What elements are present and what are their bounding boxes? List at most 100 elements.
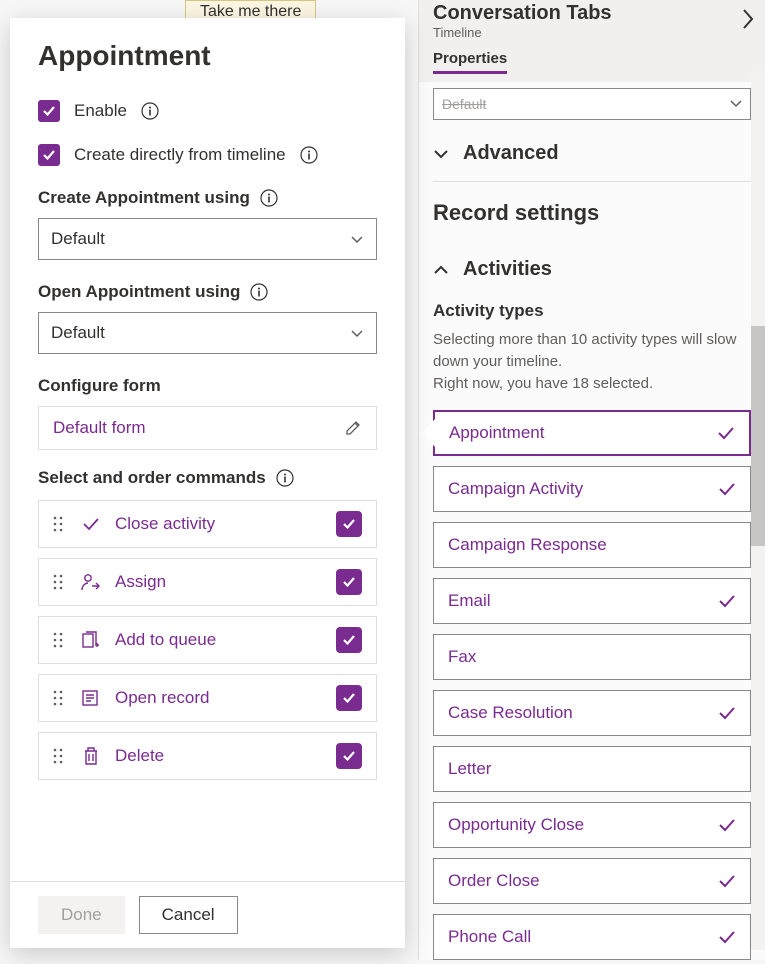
chevron-right-icon[interactable] xyxy=(741,8,755,30)
panel-title: Appointment xyxy=(38,40,377,72)
activity-type-opportunity-close[interactable]: Opportunity Close xyxy=(433,802,751,848)
command-label: Close activity xyxy=(115,514,215,534)
chevron-down-icon xyxy=(433,149,449,159)
info-icon[interactable] xyxy=(260,189,278,207)
enable-row: Enable xyxy=(38,100,377,122)
divider xyxy=(433,181,751,182)
command-label: Assign xyxy=(115,572,166,592)
command-assign[interactable]: Assign xyxy=(38,558,377,606)
activity-type-case-resolution[interactable]: Case Resolution xyxy=(433,690,751,736)
activity-type-order-close[interactable]: Order Close xyxy=(433,858,751,904)
create-from-timeline-row: Create directly from timeline xyxy=(38,144,377,166)
command-label: Add to queue xyxy=(115,630,216,650)
activity-type-list: Appointment Campaign Activity Campaign R… xyxy=(433,410,751,964)
drag-handle-icon[interactable] xyxy=(53,574,67,590)
properties-body: Default Advanced Record settings Activit… xyxy=(419,88,765,964)
advanced-label: Advanced xyxy=(463,142,559,165)
callout-arrow-icon xyxy=(420,418,436,448)
command-open-record[interactable]: Open record xyxy=(38,674,377,722)
drag-handle-icon[interactable] xyxy=(53,748,67,764)
properties-subtitle: Timeline xyxy=(433,25,751,40)
check-icon xyxy=(718,706,736,720)
command-checkbox[interactable] xyxy=(336,627,362,653)
properties-panel: Conversation Tabs Timeline Properties De… xyxy=(418,0,765,960)
command-checkbox[interactable] xyxy=(336,569,362,595)
command-add-to-queue[interactable]: Add to queue xyxy=(38,616,377,664)
activity-type-appointment[interactable]: Appointment xyxy=(433,410,751,456)
scrollbar-thumb[interactable] xyxy=(751,326,765,546)
chevron-down-icon xyxy=(730,100,742,108)
commands-label: Select and order commands xyxy=(38,468,377,488)
activity-type-campaign-activity[interactable]: Campaign Activity xyxy=(433,466,751,512)
create-using-value: Default xyxy=(51,229,105,249)
command-close-activity[interactable]: Close activity xyxy=(38,500,377,548)
create-using-label: Create Appointment using xyxy=(38,188,377,208)
open-using-label: Open Appointment using xyxy=(38,282,377,302)
info-icon[interactable] xyxy=(276,469,294,487)
activity-type-campaign-response[interactable]: Campaign Response xyxy=(433,522,751,568)
activity-types-heading: Activity types xyxy=(433,301,751,321)
check-icon xyxy=(718,818,736,832)
cancel-button[interactable]: Cancel xyxy=(139,896,238,934)
drag-handle-icon[interactable] xyxy=(53,632,67,648)
panel-footer: Done Cancel xyxy=(10,881,405,948)
activity-type-label: Letter xyxy=(448,759,491,779)
queue-icon xyxy=(81,631,101,649)
info-icon[interactable] xyxy=(300,146,318,164)
activity-type-label: Campaign Response xyxy=(448,535,607,555)
previous-select[interactable]: Default xyxy=(433,88,751,120)
activity-type-email[interactable]: Email xyxy=(433,578,751,624)
activity-type-letter[interactable]: Letter xyxy=(433,746,751,792)
advanced-section-toggle[interactable]: Advanced xyxy=(433,120,751,177)
check-icon xyxy=(718,482,736,496)
activity-type-label: Campaign Activity xyxy=(448,479,583,499)
activities-label: Activities xyxy=(463,258,552,281)
trash-icon xyxy=(81,746,101,766)
activity-type-phone-call[interactable]: Phone Call xyxy=(433,914,751,960)
check-icon xyxy=(717,426,735,440)
enable-label: Enable xyxy=(74,101,127,121)
previous-select-value: Default xyxy=(442,96,486,112)
chevron-up-icon xyxy=(433,265,449,275)
chevron-down-icon xyxy=(350,329,364,338)
activity-type-label: Appointment xyxy=(449,423,544,443)
create-from-timeline-checkbox[interactable] xyxy=(38,144,60,166)
check-icon xyxy=(718,930,736,944)
configure-form-label: Configure form xyxy=(38,376,377,396)
scrollbar-track[interactable] xyxy=(751,70,765,950)
configure-form-value: Default form xyxy=(53,418,146,438)
command-checkbox[interactable] xyxy=(336,743,362,769)
create-from-timeline-label: Create directly from timeline xyxy=(74,145,286,165)
activity-type-label: Email xyxy=(448,591,491,611)
tab-properties[interactable]: Properties xyxy=(433,50,507,74)
info-icon[interactable] xyxy=(141,102,159,120)
enable-checkbox[interactable] xyxy=(38,100,60,122)
activity-type-label: Opportunity Close xyxy=(448,815,584,835)
command-checkbox[interactable] xyxy=(336,685,362,711)
drag-handle-icon[interactable] xyxy=(53,690,67,706)
command-label: Open record xyxy=(115,688,210,708)
record-settings-heading: Record settings xyxy=(433,186,751,236)
activity-type-fax[interactable]: Fax xyxy=(433,634,751,680)
properties-title: Conversation Tabs xyxy=(433,0,751,25)
chevron-down-icon xyxy=(350,235,364,244)
command-delete[interactable]: Delete xyxy=(38,732,377,780)
drag-handle-icon[interactable] xyxy=(53,516,67,532)
activity-types-description: Selecting more than 10 activity types wi… xyxy=(433,329,751,394)
activity-type-label: Order Close xyxy=(448,871,540,891)
pencil-icon[interactable] xyxy=(344,419,362,437)
open-using-dropdown[interactable]: Default xyxy=(38,312,377,354)
properties-header: Conversation Tabs Timeline Properties xyxy=(419,0,765,82)
appointment-panel: Appointment Enable Create directly from … xyxy=(10,18,405,948)
configure-form-row[interactable]: Default form xyxy=(38,406,377,450)
activity-type-label: Phone Call xyxy=(448,927,531,947)
check-icon xyxy=(718,874,736,888)
info-icon[interactable] xyxy=(250,283,268,301)
done-button[interactable]: Done xyxy=(38,896,125,934)
activities-section-toggle[interactable]: Activities xyxy=(433,236,751,293)
command-label: Delete xyxy=(115,746,164,766)
command-list: Close activity Assign xyxy=(38,500,377,780)
create-using-dropdown[interactable]: Default xyxy=(38,218,377,260)
open-record-icon xyxy=(81,689,101,707)
command-checkbox[interactable] xyxy=(336,511,362,537)
